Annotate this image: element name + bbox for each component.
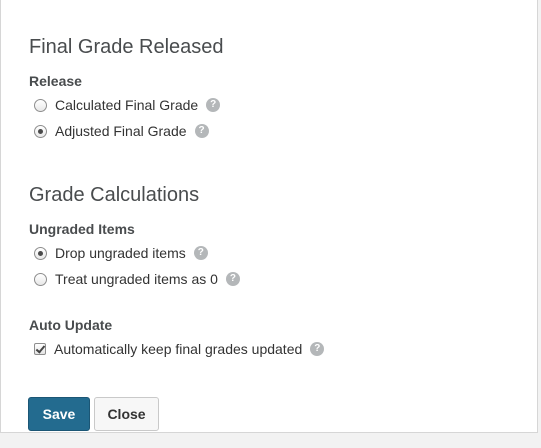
radio-adjusted-final-grade[interactable] xyxy=(34,124,47,138)
help-icon[interactable]: ? xyxy=(194,124,209,138)
help-icon[interactable]: ? xyxy=(310,342,325,356)
section-title-final-grade: Final Grade Released xyxy=(29,36,224,58)
ungraded-items-label: Ungraded Items xyxy=(29,221,135,237)
release-label: Release xyxy=(29,73,82,89)
option-drop-ungraded[interactable]: Drop ungraded items ? xyxy=(34,243,208,263)
option-adjusted-final-grade[interactable]: Adjusted Final Grade ? xyxy=(34,121,209,141)
checkbox-label: Automatically keep final grades updated xyxy=(54,341,303,357)
option-treat-ungraded-zero[interactable]: Treat ungraded items as 0 ? xyxy=(34,269,240,289)
radio-drop-ungraded[interactable] xyxy=(34,246,47,260)
option-label: Calculated Final Grade xyxy=(55,97,199,113)
help-icon[interactable]: ? xyxy=(206,98,221,112)
radio-treat-ungraded-zero[interactable] xyxy=(34,272,47,286)
auto-update-checkbox[interactable] xyxy=(34,343,46,355)
radio-calculated-final-grade[interactable] xyxy=(34,98,47,112)
section-title-grade-calculations: Grade Calculations xyxy=(29,184,200,206)
help-icon[interactable]: ? xyxy=(193,246,208,260)
save-button[interactable]: Save xyxy=(28,397,90,431)
option-label: Adjusted Final Grade xyxy=(55,123,187,139)
close-button[interactable]: Close xyxy=(94,397,159,431)
option-label: Drop ungraded items xyxy=(55,245,186,261)
option-label: Treat ungraded items as 0 xyxy=(55,271,218,287)
help-icon[interactable]: ? xyxy=(225,272,240,286)
option-calculated-final-grade[interactable]: Calculated Final Grade ? xyxy=(34,95,221,115)
auto-update-label: Auto Update xyxy=(29,317,113,333)
grade-settings-panel: Final Grade Released Release Calculated … xyxy=(0,0,538,433)
option-auto-update[interactable]: Automatically keep final grades updated … xyxy=(34,339,325,359)
